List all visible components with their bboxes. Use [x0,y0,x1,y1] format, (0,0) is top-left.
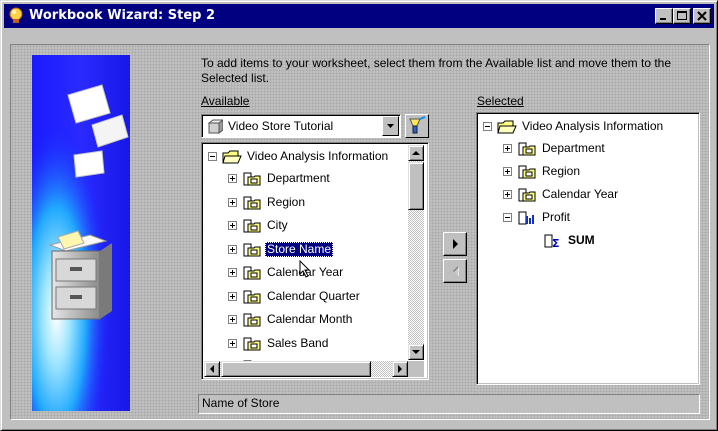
expand-toggle[interactable] [228,268,237,277]
folder-item-icon [517,140,537,161]
expand-toggle[interactable] [503,190,512,199]
scroll-thumb[interactable] [408,162,424,210]
close-button[interactable] [693,8,711,24]
wizard-illustration [32,55,130,411]
tree-item-label: Department [267,171,330,185]
collapse-toggle[interactable] [208,152,217,161]
arrow-down-icon [412,350,420,354]
tree-item-label: Calendar Quarter [267,288,360,303]
selected-tree[interactable]: Video Analysis Information Department Reg… [476,112,700,385]
business-area-combo[interactable]: Video Store Tutorial [201,114,401,138]
tree-item-label: Department [542,141,605,155]
scroll-left-button[interactable] [204,361,220,377]
flashlight-icon [409,116,426,134]
expand-toggle[interactable] [503,167,512,176]
folder-item-icon [242,241,262,262]
combo-dropdown-button[interactable] [382,116,399,136]
collapse-toggle[interactable] [483,122,492,131]
available-label: Available [201,94,249,108]
expand-toggle[interactable] [228,197,237,207]
folder-open-icon [222,150,242,164]
expand-toggle[interactable] [228,174,237,183]
tree-item-label: Video Analysis Information [522,119,664,133]
minimize-icon [660,18,666,20]
business-area-value: Video Store Tutorial [228,119,334,133]
folder-item-icon [242,194,262,215]
arrow-left-icon [210,365,214,373]
expand-toggle[interactable] [228,338,237,348]
arrow-up-icon [412,151,420,155]
mouse-cursor-icon [299,259,311,281]
window-title: Workbook Wizard: Step 2 [29,8,216,23]
lightbulb-icon [9,7,23,23]
tree-item-label: Profit [542,210,571,224]
folder-open-icon [497,120,517,134]
folder-item-icon [242,311,262,332]
scroll-up-button[interactable] [408,145,424,161]
folder-item-icon [242,264,262,285]
sum-icon: Σ [543,232,563,253]
file-cabinet-icon [32,55,130,411]
title-bar[interactable]: Workbook Wizard: Step 2 [4,4,714,28]
maximize-button[interactable] [673,8,691,24]
folder-item-icon [517,186,537,207]
tree-item-label: SUM [568,233,595,247]
folder-item-icon [242,335,262,356]
folder-item-icon [242,217,262,238]
svg-text:Σ: Σ [552,237,560,250]
expand-toggle[interactable] [228,315,237,324]
tree-item-label: Region [542,164,581,178]
tree-item-label: Sales Band [267,335,329,350]
tree-item-label: Calendar Month [267,312,353,326]
expand-toggle[interactable] [228,244,237,254]
maximize-icon [677,11,687,20]
find-items-button[interactable] [405,114,429,138]
folder-item-icon [242,288,262,309]
arrow-left-icon [453,266,459,276]
tree-item-label: Video Analysis Information [247,149,389,163]
folder-item-icon [242,170,262,191]
tree-item-label: City [267,218,288,232]
tree-item-label: Store Name [265,241,334,257]
minimize-button[interactable] [655,8,673,24]
close-icon [697,11,707,21]
expand-toggle[interactable] [228,291,237,301]
available-tree[interactable]: Video Analysis Information Department Reg… [201,142,429,380]
wizard-window: Workbook Wizard: Step 2 To add items to … [0,0,718,431]
available-hscrollbar[interactable] [204,361,408,377]
expand-toggle[interactable] [503,144,512,153]
selected-label: Selected [477,94,524,108]
available-vscrollbar[interactable] [408,145,424,360]
status-bar: Name of Store [198,394,700,414]
collapse-toggle[interactable] [503,213,512,222]
folder-item-icon [517,163,537,184]
remove-from-selected-button[interactable] [443,259,467,283]
scroll-corner [408,361,424,377]
tree-item-label: Calendar Year [542,187,619,201]
business-area-icon [207,119,223,134]
scroll-down-button[interactable] [408,344,424,360]
measure-icon [517,209,537,230]
available-label-accesskey: Available [201,94,250,108]
tree-item-label: Region [267,194,306,209]
add-to-selected-button[interactable] [443,232,467,256]
instructions-text: To add items to your worksheet, select t… [201,56,672,85]
chevron-down-icon [387,124,394,128]
hscroll-thumb[interactable] [221,361,371,377]
arrow-right-icon [398,365,402,373]
arrow-right-icon [453,239,458,249]
selected-label-accesskey: Selected [477,94,524,108]
expand-toggle[interactable] [228,221,237,230]
scroll-right-button[interactable] [392,361,408,377]
